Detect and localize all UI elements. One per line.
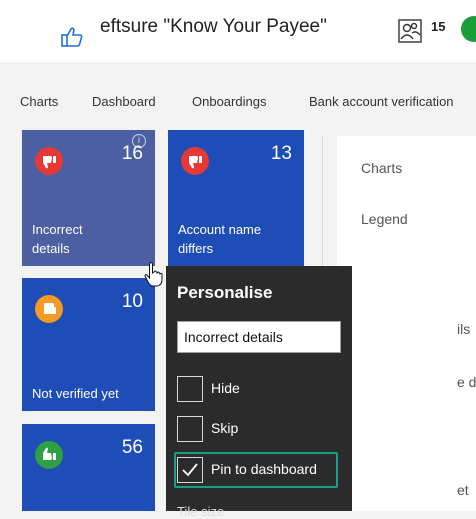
charts-label: Charts	[361, 160, 403, 176]
side-panel: Charts Legend ils e d et	[337, 136, 476, 511]
tile-label: Not verified yet	[32, 386, 119, 401]
thumbs-down-icon	[181, 147, 209, 175]
panel-partial-text: et	[457, 482, 469, 498]
legend-label: Legend	[361, 211, 408, 227]
tile-count: 56	[121, 437, 143, 458]
people-count: 15	[431, 19, 446, 34]
tile-label-line: differs	[178, 241, 214, 256]
hide-label: Hide	[211, 380, 240, 396]
tile-verified[interactable]: 56	[22, 424, 155, 511]
tile-count: 13	[270, 143, 292, 164]
status-avatar[interactable]	[461, 16, 476, 42]
tile-label: Incorrect details	[32, 220, 83, 258]
panel-partial-text: ils	[457, 321, 471, 337]
tab-onboardings[interactable]: Onboardings	[192, 94, 266, 109]
hand-cursor-icon	[144, 261, 164, 287]
tile-count: 16	[121, 143, 143, 164]
tile-incorrect-details[interactable]: i 16 Incorrect details	[22, 130, 155, 266]
top-bar: eftsure "Know Your Payee" 15	[0, 0, 476, 62]
thumbs-up-outline-icon	[60, 25, 84, 49]
tile-label-line: Account name	[178, 222, 262, 237]
tile-label-line: details	[32, 241, 70, 256]
tile-label: Account name differs	[178, 220, 261, 258]
thumbs-down-icon	[35, 147, 63, 175]
thumbs-sideways-icon	[35, 295, 63, 323]
tile-account-name-differs[interactable]: 13 Account name differs	[168, 130, 304, 266]
skip-label: Skip	[211, 420, 239, 436]
checkbox-box[interactable]	[177, 376, 203, 402]
thumbs-up-icon	[35, 441, 63, 469]
tile-count: 10	[121, 291, 143, 312]
tab-charts[interactable]: Charts	[20, 94, 58, 109]
tab-bar: Charts Dashboard Onboardings Bank accoun…	[0, 82, 476, 118]
tile-not-verified-yet[interactable]: 10 Not verified yet	[22, 278, 155, 411]
tile-name-input[interactable]	[177, 321, 341, 353]
tile-label-line: Incorrect	[32, 222, 83, 237]
app-title: eftsure "Know Your Payee"	[100, 16, 327, 37]
panel-partial-text: e d	[457, 374, 476, 390]
checkbox-box[interactable]	[177, 416, 203, 442]
tile-size-label: Tile size	[177, 504, 225, 519]
highlight-box	[174, 452, 338, 488]
people-icon[interactable]	[398, 19, 422, 43]
tab-dashboard[interactable]: Dashboard	[92, 94, 156, 109]
tab-bank-account-verification[interactable]: Bank account verification	[309, 94, 454, 109]
popup-title: Personalise	[177, 283, 273, 302]
